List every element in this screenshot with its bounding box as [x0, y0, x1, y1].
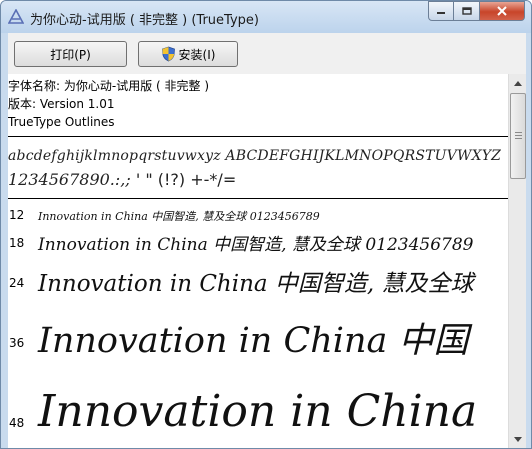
divider	[8, 136, 508, 137]
scrollbar-thumb[interactable]	[510, 93, 526, 179]
sample-size-label: 36	[9, 336, 25, 350]
scroll-down-button[interactable]	[510, 431, 526, 448]
font-name-text: 字体名称: 为你心动-试用版 ( 非完整 )	[8, 79, 209, 93]
sample-size-label: 12	[9, 208, 25, 222]
minimize-icon	[437, 12, 445, 14]
thumb-grip	[515, 132, 522, 133]
sample-size-label: 48	[9, 416, 25, 430]
maximize-icon	[461, 7, 472, 15]
install-button-label: 安装(I)	[178, 47, 216, 62]
sample-text: Innovation in China 中国	[38, 321, 469, 361]
print-button-label: 打印(P)	[50, 47, 91, 62]
font-outline-text: TrueType Outlines	[8, 115, 115, 129]
arrow-down-icon	[514, 437, 522, 442]
vertical-scrollbar[interactable]	[508, 74, 526, 448]
thumb-grip	[515, 138, 522, 139]
window-title: 为你心动-试用版 ( 非完整 ) (TrueType)	[30, 13, 259, 28]
toolbar: 打印(P) 安装(I)	[8, 33, 526, 74]
uac-shield-icon	[161, 46, 175, 62]
charset-digits-symbols: 1234567890.:,; ' " (!?) +-*/=	[8, 170, 236, 189]
arrow-up-icon	[514, 81, 522, 86]
charset-letters: abcdefghijklmnopqrstuvwxyz ABCDEFGHIJKLM…	[8, 148, 502, 164]
close-button[interactable]	[480, 1, 525, 21]
title-bar[interactable]: 为你心动-试用版 ( 非完整 ) (TrueType)	[1, 1, 531, 33]
scroll-up-button[interactable]	[510, 75, 526, 92]
font-info: 字体名称: 为你心动-试用版 ( 非完整 ) 版本: Version 1.01 …	[8, 77, 209, 131]
install-button[interactable]: 安装(I)	[138, 41, 238, 67]
font-app-icon	[8, 9, 24, 24]
sample-size-label: 24	[9, 276, 25, 290]
font-preview-area: 字体名称: 为你心动-试用版 ( 非完整 ) 版本: Version 1.01 …	[8, 74, 508, 448]
close-icon	[497, 6, 507, 16]
print-button[interactable]: 打印(P)	[14, 41, 127, 67]
font-version-text: 版本: Version 1.01	[8, 97, 115, 111]
sample-text: Innovation in China 中国智造, 慧及全球	[38, 271, 474, 297]
minimize-button[interactable]	[428, 1, 454, 21]
maximize-button[interactable]	[454, 1, 480, 21]
sample-size-label: 18	[9, 236, 25, 250]
charset-symbols: ' " (!?) +-*/=	[135, 170, 237, 189]
font-viewer-window: 为你心动-试用版 ( 非完整 ) (TrueType) 打印(P) 安装(I)	[0, 0, 532, 449]
window-controls	[428, 1, 525, 21]
thumb-grip	[515, 135, 522, 136]
charset-digits: 1234567890.:,;	[8, 170, 131, 189]
divider	[8, 198, 508, 199]
sample-text: Innovation in China	[38, 386, 478, 437]
sample-text: Innovation in China 中国智造, 慧及全球 012345678…	[38, 210, 320, 223]
sample-text: Innovation in China 中国智造, 慧及全球 012345678…	[38, 235, 474, 255]
